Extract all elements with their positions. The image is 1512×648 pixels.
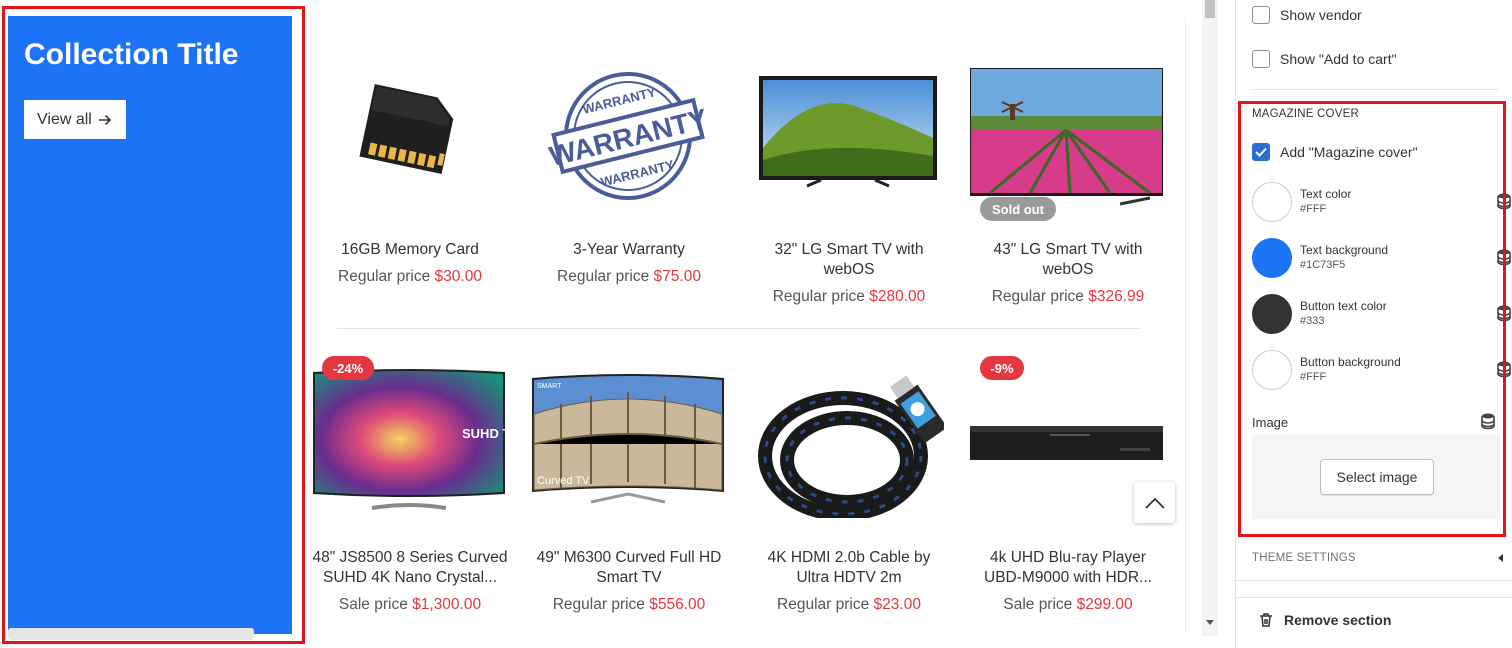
- svg-text:Curved TV: Curved TV: [537, 475, 590, 487]
- product-name[interactable]: 16GB Memory Card: [312, 240, 508, 260]
- product-card[interactable]: 4K HDMI 2.0b Cable by Ultra HDTV 2m Regu…: [751, 340, 947, 630]
- product-price: Sale price $299.00: [970, 596, 1166, 614]
- discount-badge: -9%: [980, 356, 1024, 380]
- product-price: Regular price $556.00: [531, 596, 727, 614]
- row-divider: [337, 328, 1140, 329]
- trash-icon: [1260, 613, 1272, 627]
- svg-text:SMART: SMART: [537, 383, 562, 390]
- storefront-preview: Collection Title View all 16GB Memory Ca…: [0, 0, 1220, 648]
- discount-badge: -24%: [322, 356, 374, 380]
- price-value: $23.00: [873, 596, 921, 613]
- product-price: Regular price $23.00: [751, 596, 947, 614]
- product-name[interactable]: 43" LG Smart TV with webOS: [970, 240, 1166, 280]
- product-image: [758, 375, 944, 518]
- product-image: [759, 76, 937, 188]
- price-label: Regular price: [338, 268, 431, 285]
- divider: [1236, 580, 1512, 581]
- product-grid: 16GB Memory Card Regular price $30.00 WA…: [312, 0, 1190, 640]
- price-value: $30.00: [434, 268, 482, 285]
- product-image: SUHD TV: [313, 369, 505, 510]
- product-image: SMART Curved TV: [532, 374, 724, 504]
- price-label: Sale price: [338, 596, 408, 613]
- highlight-box-cover: [2, 6, 305, 644]
- checkbox-label: Show vendor: [1280, 7, 1362, 23]
- price-label: Regular price: [557, 268, 650, 285]
- caret-left-icon: [1498, 554, 1503, 562]
- price-value: $556.00: [649, 596, 706, 613]
- scroll-down-arrow-icon[interactable]: [1206, 620, 1214, 625]
- chevron-up-icon: [1144, 497, 1165, 509]
- price-value: $326.99: [1088, 288, 1145, 305]
- preview-edge-line: [1185, 18, 1186, 632]
- checkbox-box[interactable]: [1252, 50, 1270, 68]
- scrollbar-thumb[interactable]: [1205, 0, 1215, 18]
- product-name[interactable]: 49" M6300 Curved Full HD Smart TV: [531, 548, 727, 588]
- price-value: $299.00: [1076, 596, 1133, 613]
- price-value: $280.00: [869, 288, 926, 305]
- product-image: [359, 84, 454, 174]
- product-price: Regular price $280.00: [751, 288, 947, 306]
- vertical-scrollbar[interactable]: [1202, 0, 1218, 636]
- show-vendor-checkbox[interactable]: Show vendor: [1252, 6, 1362, 24]
- remove-section-label: Remove section: [1284, 612, 1392, 628]
- product-name[interactable]: 4k UHD Blu-ray Player UBD-M9000 with HDR…: [970, 548, 1166, 588]
- price-label: Regular price: [991, 288, 1084, 305]
- remove-section-button[interactable]: Remove section: [1258, 612, 1391, 628]
- product-image: [970, 68, 1163, 206]
- product-card[interactable]: Sold out 43" LG Smart TV with webOS Regu…: [970, 0, 1166, 320]
- product-card[interactable]: SUHD TV -24% 48" JS8500 8 Series Curved …: [312, 340, 508, 630]
- product-image: WARRANTY WARRANTY WARRANTY: [546, 72, 711, 200]
- show-add-to-cart-checkbox[interactable]: Show "Add to cart": [1252, 50, 1397, 68]
- back-to-top-button[interactable]: [1134, 482, 1175, 523]
- product-price: Regular price $326.99: [970, 288, 1166, 306]
- product-price: Regular price $75.00: [531, 268, 727, 286]
- product-name[interactable]: 48" JS8500 8 Series Curved SUHD 4K Nano …: [312, 548, 508, 588]
- price-label: Regular price: [777, 596, 870, 613]
- product-price: Sale price $1,300.00: [312, 596, 508, 614]
- sold-out-badge: Sold out: [980, 197, 1056, 221]
- product-name[interactable]: 3-Year Warranty: [531, 240, 727, 260]
- price-label: Regular price: [552, 596, 645, 613]
- product-card[interactable]: WARRANTY WARRANTY WARRANTY 3-Year Warran…: [531, 0, 727, 320]
- checkbox-label: Show "Add to cart": [1280, 51, 1397, 67]
- divider: [1252, 89, 1498, 90]
- product-card[interactable]: 32" LG Smart TV with webOS Regular price…: [751, 0, 947, 320]
- price-value: $75.00: [653, 268, 701, 285]
- horizontal-scrollbar[interactable]: [8, 628, 254, 640]
- suhd-logo-text: SUHD TV: [462, 426, 505, 441]
- theme-settings-row[interactable]: THEME SETTINGS: [1252, 540, 1503, 580]
- checkbox-box[interactable]: [1252, 6, 1270, 24]
- divider: [1236, 597, 1512, 598]
- product-name[interactable]: 4K HDMI 2.0b Cable by Ultra HDTV 2m: [751, 548, 947, 588]
- price-label: Regular price: [772, 288, 865, 305]
- price-value: $1,300.00: [412, 596, 482, 613]
- highlight-box-settings: [1238, 101, 1506, 537]
- price-label: Sale price: [1003, 596, 1073, 613]
- theme-settings-label: THEME SETTINGS: [1252, 552, 1356, 564]
- product-price: Regular price $30.00: [312, 268, 508, 286]
- product-card[interactable]: 16GB Memory Card Regular price $30.00: [312, 0, 508, 320]
- product-name[interactable]: 32" LG Smart TV with webOS: [751, 240, 947, 280]
- product-card[interactable]: SMART Curved TV 49" M6300 Curved Full HD…: [531, 340, 727, 630]
